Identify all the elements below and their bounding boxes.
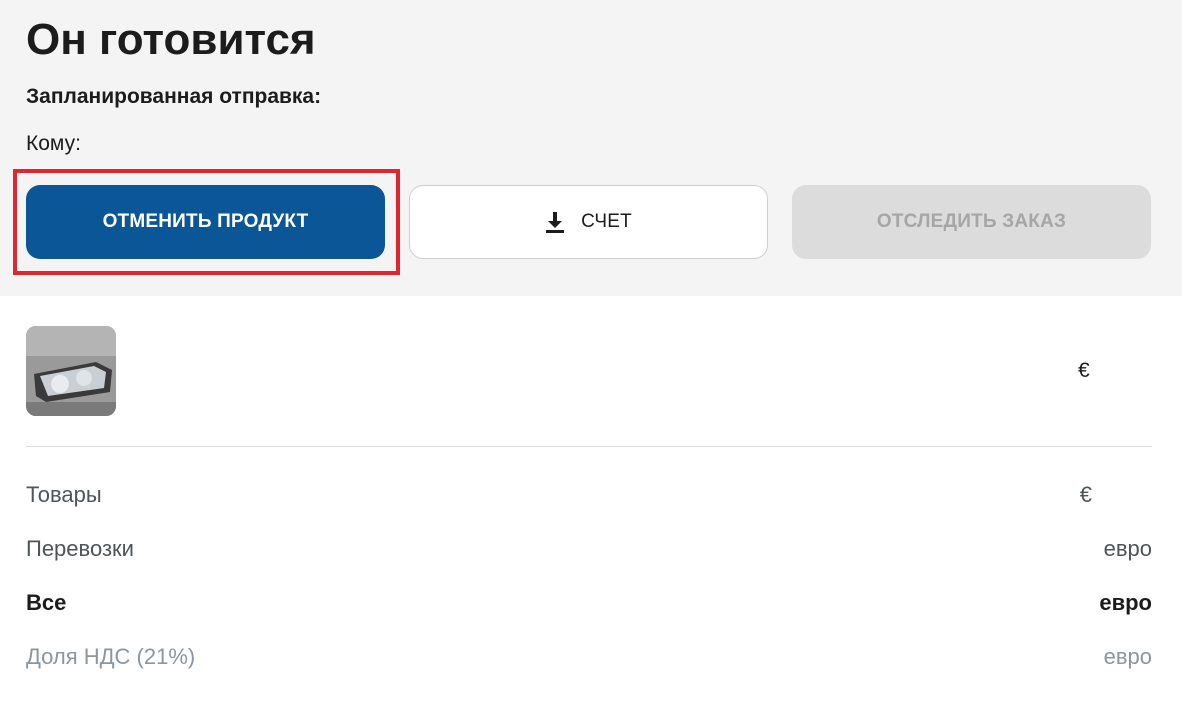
shipping-value: евро <box>1103 536 1152 561</box>
track-order-label: ОТСЛЕДИТЬ ЗАКАЗ <box>876 211 1067 232</box>
download-icon <box>545 211 565 233</box>
total-value: евро <box>1099 590 1152 615</box>
invoice-label: СЧЕТ <box>581 211 632 232</box>
goods-label: Товары <box>26 482 102 507</box>
track-order-button[interactable]: ОТСЛЕДИТЬ ЗАКАЗ <box>792 185 1151 259</box>
cancel-product-label: ОТМЕНИТЬ ПРОДУКТ <box>102 211 309 232</box>
summary-row-total: Все евро <box>26 588 1152 618</box>
scheduled-shipping-label: Запланированная отправка: <box>26 85 322 108</box>
cancel-product-button[interactable]: ОТМЕНИТЬ ПРОДУКТ <box>26 185 385 259</box>
product-image[interactable] <box>26 326 116 416</box>
product-price: € <box>1078 359 1090 382</box>
summary-row-shipping: Перевозки евро <box>26 534 1152 564</box>
summary-row-goods: Товары € <box>26 480 1152 510</box>
order-status-panel: Он готовится Запланированная отправка: К… <box>0 0 1182 296</box>
divider <box>26 446 1152 447</box>
recipient-label: Кому: <box>26 132 81 155</box>
summary-row-vat: Доля НДС (21%) евро <box>26 642 1152 672</box>
vat-value: евро <box>1103 644 1152 669</box>
vat-label: Доля НДС (21%) <box>26 644 196 669</box>
goods-value: € <box>1079 482 1092 507</box>
page-title: Он готовится <box>26 15 316 64</box>
invoice-download-button[interactable]: СЧЕТ <box>409 185 768 259</box>
shipping-label: Перевозки <box>26 536 134 561</box>
total-label: Все <box>26 590 67 615</box>
